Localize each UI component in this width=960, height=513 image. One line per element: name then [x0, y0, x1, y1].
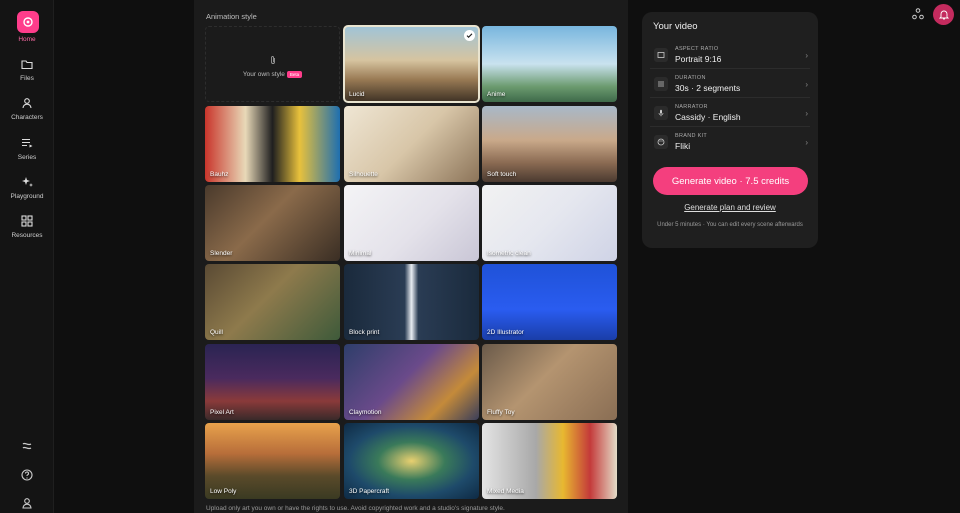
sidebar-item-label: Files: [20, 75, 34, 82]
chevron-right-icon: ›: [805, 138, 808, 147]
style-label: Slender: [210, 250, 233, 257]
style-label: Low Poly: [210, 488, 237, 495]
style-tile-bauhz[interactable]: Bauhz: [205, 106, 340, 182]
sidebar-item-playground[interactable]: Playground: [0, 175, 54, 200]
style-label: Bauhz: [210, 171, 229, 178]
row-label: BRAND KIT: [675, 133, 708, 139]
sidebar-item-label: Characters: [11, 114, 43, 121]
sidebar-item-characters[interactable]: Characters: [0, 96, 54, 121]
microphone-icon: [654, 106, 668, 120]
style-tile-pixel-art[interactable]: Pixel Art: [205, 344, 340, 420]
sidebar-item-home[interactable]: Home: [0, 36, 54, 43]
beta-badge: Beta: [286, 71, 303, 78]
chevron-right-icon: ›: [805, 51, 808, 60]
sidebar-item-series[interactable]: Series: [0, 136, 54, 161]
style-tile-quill[interactable]: Quill: [205, 264, 340, 340]
style-tile-block-print[interactable]: Block print: [344, 264, 479, 340]
notifications-button[interactable]: [933, 4, 954, 25]
style-label: Silhouette: [349, 171, 378, 178]
bell-icon: [938, 10, 949, 20]
style-label: Fluffy Toy: [487, 409, 515, 416]
palette-icon: [654, 135, 668, 149]
aspect-ratio-row[interactable]: ASPECT RATIO Portrait 9:16 ›: [650, 41, 810, 69]
folder-icon: [21, 60, 33, 70]
style-label: Mixed Media: [487, 488, 524, 495]
style-label: 2D Illustrator: [487, 329, 524, 336]
own-style-label: Your own style: [242, 71, 285, 79]
style-tile-soft-touch[interactable]: Soft touch: [482, 106, 617, 182]
style-tile-lucid[interactable]: Lucid: [343, 25, 480, 103]
rights-note: Upload only art you own or have the righ…: [206, 505, 505, 512]
account-icon[interactable]: [20, 496, 34, 510]
generate-plan-link[interactable]: Generate plan and review: [642, 203, 818, 212]
style-label: Soft touch: [487, 171, 517, 178]
generate-video-button[interactable]: Generate video · 7.5 credits: [653, 167, 808, 195]
duration-icon: [654, 77, 668, 91]
duration-row[interactable]: DURATION 30s · 2 segments ›: [650, 70, 810, 98]
style-tile-slender[interactable]: Slender: [205, 185, 340, 261]
row-label: DURATION: [675, 75, 706, 81]
style-picker: Animation style Your own style Beta Lucid…: [194, 0, 628, 513]
style-label: 3D Papercraft: [349, 488, 390, 495]
style-tile-silhouette[interactable]: Silhouette: [344, 106, 479, 182]
style-label: Lucid: [349, 91, 365, 98]
video-summary-panel: Your video ASPECT RATIO Portrait 9:16 › …: [642, 12, 818, 248]
row-value: Cassidy · English: [675, 112, 741, 122]
style-tile-mixed-media[interactable]: Mixed Media: [482, 423, 617, 499]
row-value: Fliki: [675, 141, 691, 151]
sidebar: Home Files Characters Series Playground …: [0, 0, 54, 513]
style-label: Block print: [349, 329, 380, 336]
playlist-icon: [22, 138, 33, 148]
style-label: Minimal: [349, 250, 372, 257]
style-tile-3d-papercraft[interactable]: 3D Papercraft: [344, 423, 479, 499]
style-tile-low-poly[interactable]: Low Poly: [205, 423, 340, 499]
sidebar-item-label: Resources: [11, 232, 43, 239]
share-icon[interactable]: [911, 7, 925, 21]
style-label: Anime: [487, 91, 506, 98]
section-title: Animation style: [206, 12, 257, 21]
logo[interactable]: [17, 11, 39, 33]
sidebar-item-resources[interactable]: Resources: [0, 214, 54, 239]
sparkle-icon: [22, 177, 33, 187]
style-tile-minimal[interactable]: Minimal: [344, 185, 479, 261]
style-tile-2d-illustrator[interactable]: 2D Illustrator: [482, 264, 617, 340]
help-icon[interactable]: [20, 468, 34, 482]
sidebar-item-files[interactable]: Files: [0, 57, 54, 82]
row-value: Portrait 9:16: [675, 54, 722, 64]
panel-title: Your video: [653, 21, 698, 32]
row-label: ASPECT RATIO: [675, 46, 719, 52]
row-label: NARRATOR: [675, 104, 708, 110]
sidebar-item-label: Playground: [10, 193, 44, 200]
style-tile-isometric-clean[interactable]: Isometric clean: [482, 185, 617, 261]
aspect-ratio-icon: [654, 48, 668, 62]
brand-kit-row[interactable]: BRAND KIT Fliki ›: [650, 128, 810, 156]
style-label: Quill: [210, 329, 224, 336]
own-style-tile[interactable]: Your own style Beta: [205, 26, 340, 102]
row-value: 30s · 2 segments: [675, 83, 741, 93]
generate-note: Under 5 minutes · You can edit every sce…: [657, 222, 803, 228]
sidebar-item-label: Series: [17, 154, 37, 161]
own-style-content: Your own style Beta: [206, 55, 339, 78]
paperclip-icon: [270, 56, 275, 64]
logo-icon: [23, 17, 33, 27]
style-tile-fluffy-toy[interactable]: Fluffy Toy: [482, 344, 617, 420]
style-tile-anime[interactable]: Anime: [482, 26, 617, 102]
style-label: Isometric clean: [487, 250, 531, 257]
style-label: Pixel Art: [210, 409, 234, 416]
style-label: Claymotion: [349, 409, 382, 416]
grid-icon: [21, 215, 33, 227]
check-icon: [464, 30, 475, 41]
chevron-right-icon: ›: [805, 80, 808, 89]
style-tile-claymotion[interactable]: Claymotion: [344, 344, 479, 420]
chevron-right-icon: ›: [805, 109, 808, 118]
integrations-icon[interactable]: [20, 439, 34, 453]
person-icon: [22, 98, 32, 109]
narrator-row[interactable]: NARRATOR Cassidy · English ›: [650, 99, 810, 127]
sidebar-item-label: Home: [18, 36, 36, 43]
